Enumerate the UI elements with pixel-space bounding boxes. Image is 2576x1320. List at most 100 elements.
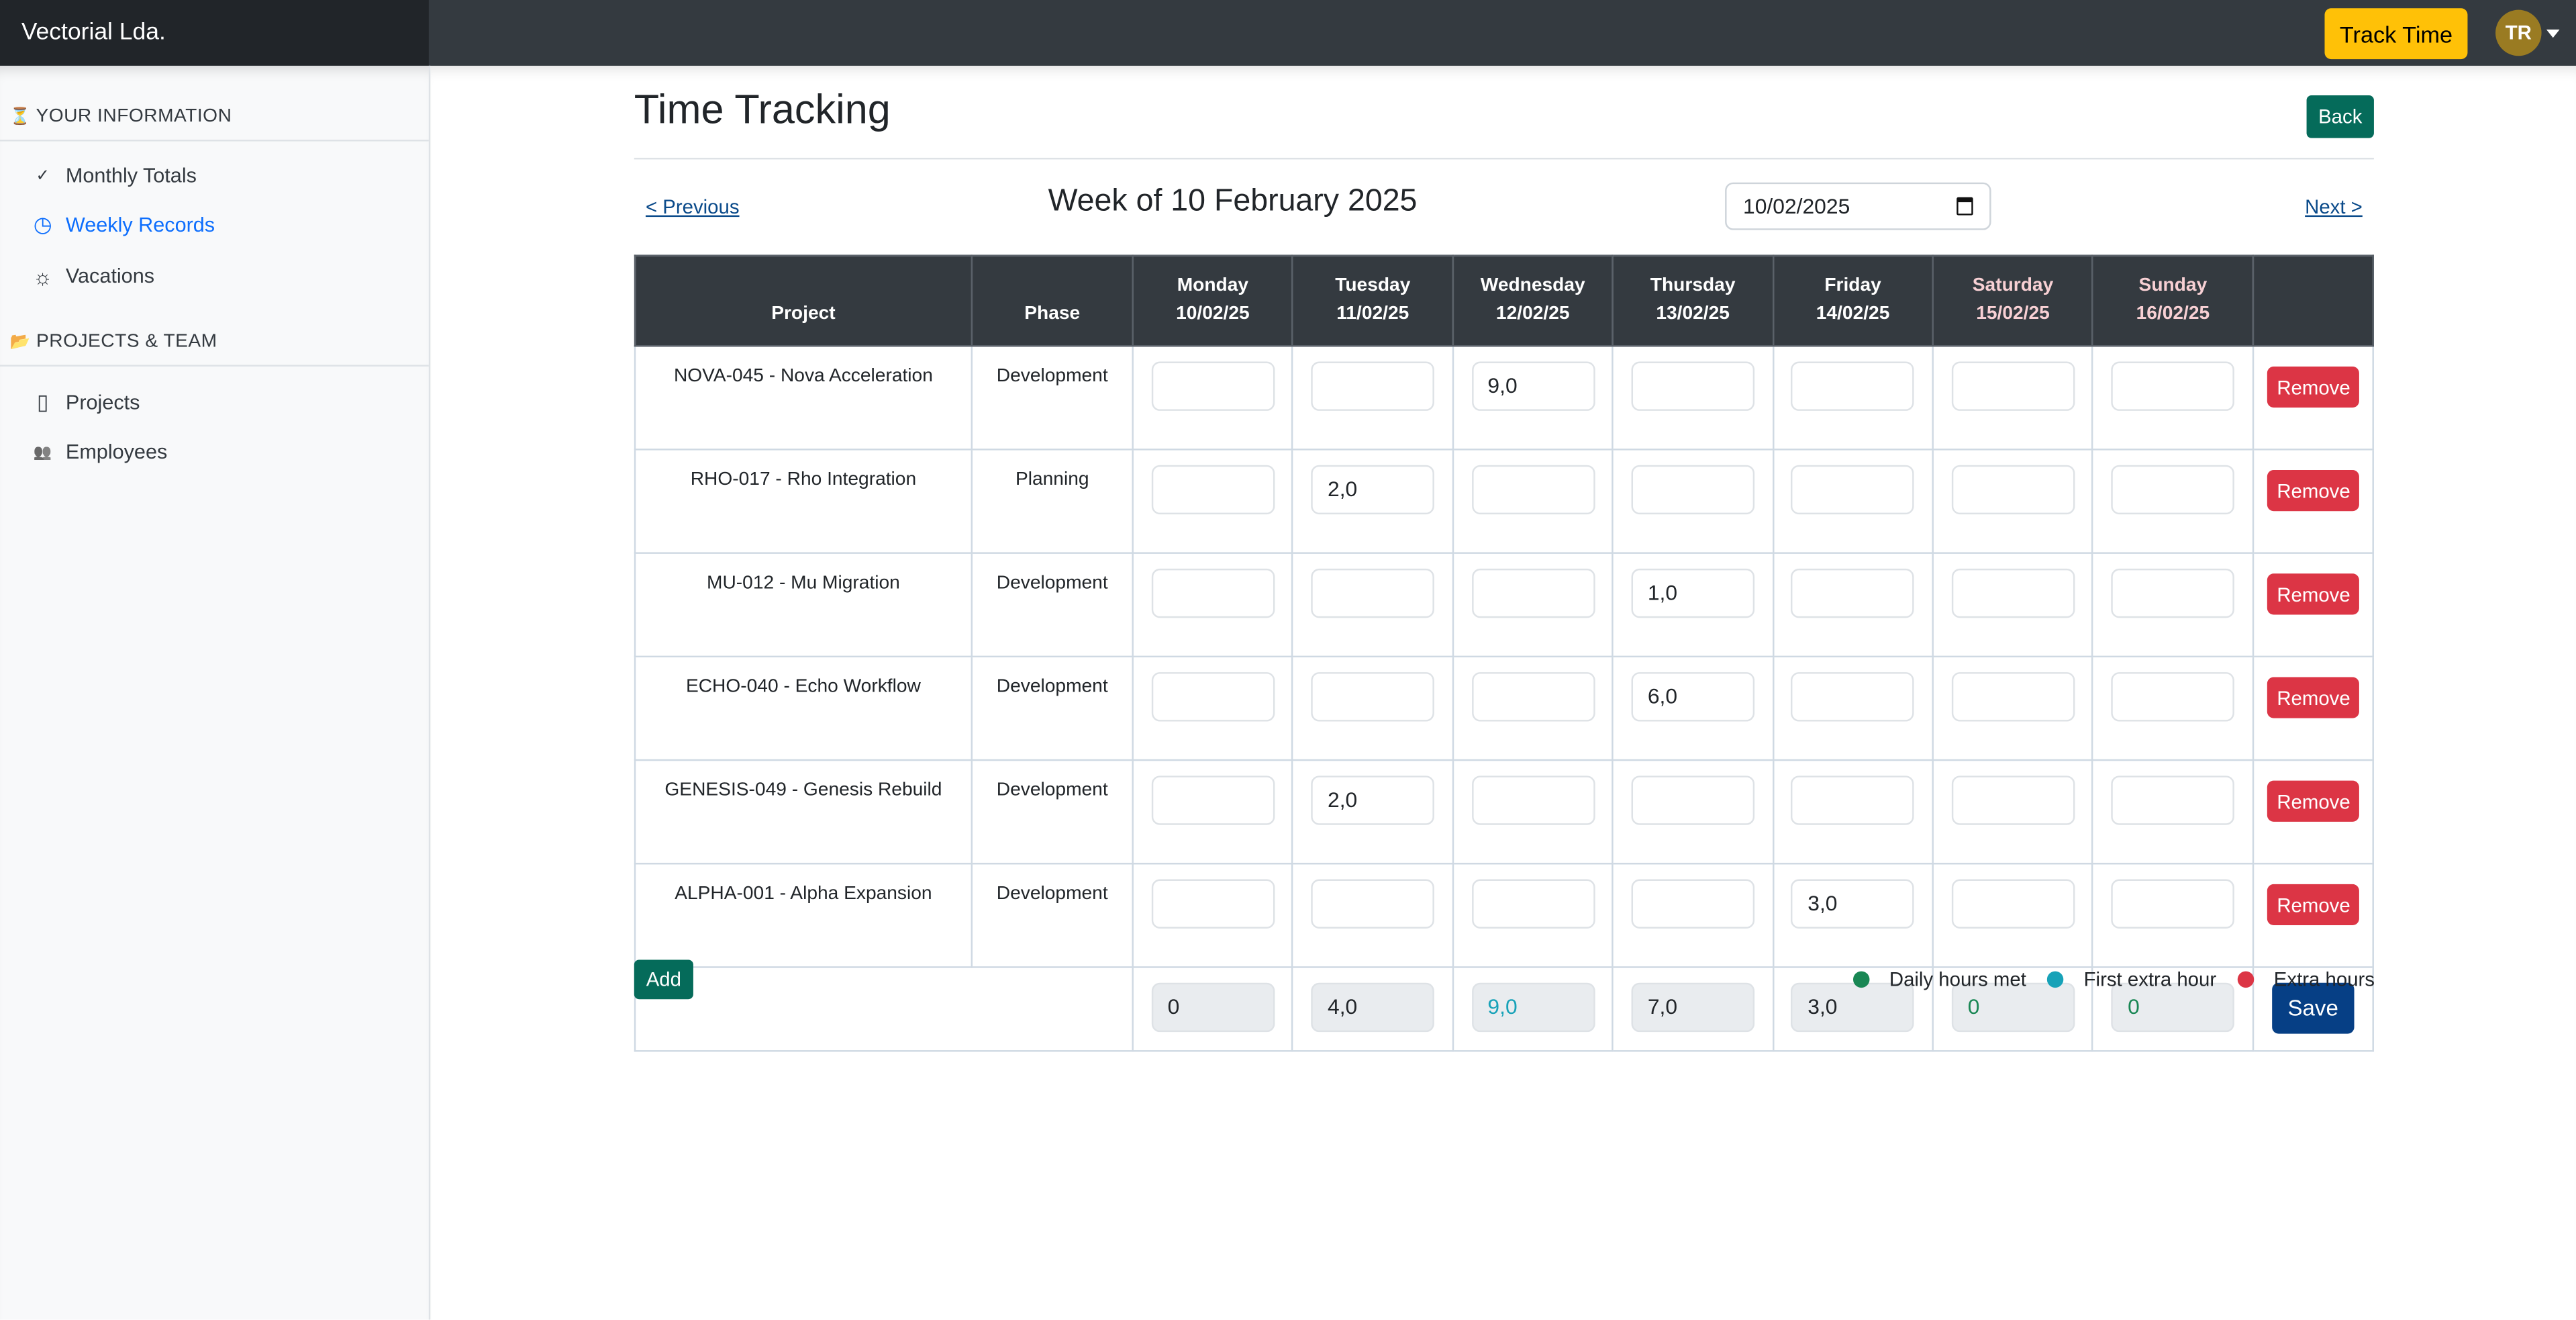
- next-week-link[interactable]: Next >: [2305, 195, 2363, 218]
- calendar-icon[interactable]: [1956, 197, 1973, 216]
- hours-input-monday[interactable]: [1151, 672, 1275, 722]
- hours-cell: [1132, 449, 1294, 554]
- previous-week-link[interactable]: < Previous: [646, 195, 740, 218]
- hours-cell: [2091, 863, 2254, 968]
- hours-cell: [1772, 345, 1934, 451]
- hours-input-sunday[interactable]: [2111, 879, 2235, 929]
- add-row-button[interactable]: Add: [634, 959, 693, 1000]
- hours-cell: [1132, 759, 1294, 865]
- remove-row-button[interactable]: Remove: [2267, 780, 2359, 822]
- hours-input-thursday[interactable]: [1631, 361, 1754, 411]
- hours-cell: [1132, 863, 1294, 968]
- sidebar-section-your-information: ⏳ YOUR INFORMATION: [10, 107, 232, 126]
- hours-input-thursday[interactable]: 6,0: [1631, 672, 1754, 722]
- hours-input-monday[interactable]: [1151, 775, 1275, 825]
- hours-input-saturday[interactable]: [1951, 465, 2075, 515]
- day-name: Monday: [1177, 276, 1249, 296]
- hours-cell: [1772, 655, 1934, 761]
- table-row: GENESIS-049 - Genesis Rebuild Development…: [634, 759, 2374, 865]
- track-time-button[interactable]: Track Time: [2324, 8, 2468, 60]
- sidebar-item-label: Projects: [65, 391, 140, 414]
- hours-input-tuesday[interactable]: [1311, 361, 1435, 411]
- day-name: Friday: [1824, 276, 1881, 296]
- hours-input-friday[interactable]: [1791, 361, 1915, 411]
- sidebar-item-weekly-records[interactable]: ◷ Weekly Records: [33, 207, 215, 243]
- hours-cell: [1132, 345, 1294, 451]
- table-row: ECHO-040 - Echo Workflow Development 6,0 Re…: [634, 655, 2374, 761]
- remove-row-button[interactable]: Remove: [2267, 470, 2359, 512]
- hours-input-saturday[interactable]: [1951, 775, 2075, 825]
- clock-icon: ◷: [33, 211, 52, 237]
- hours-cell: [1772, 449, 1934, 554]
- hours-input-sunday[interactable]: [2111, 465, 2235, 515]
- remove-row-button[interactable]: Remove: [2267, 573, 2359, 615]
- hours-input-wednesday[interactable]: [1471, 568, 1595, 618]
- hours-input-monday[interactable]: [1151, 568, 1275, 618]
- hours-input-tuesday[interactable]: [1311, 568, 1435, 618]
- hours-input-saturday[interactable]: [1951, 672, 2075, 722]
- column-header-saturday: Saturday 15/02/25: [1932, 254, 2094, 347]
- time-entries-table: Project Phase Monday 10/02/25 Tuesday 11/02…: [634, 254, 2374, 1052]
- sidebar-item-label: Vacations: [65, 265, 155, 288]
- remove-row-button[interactable]: Remove: [2267, 677, 2359, 718]
- sidebar-item-monthly-totals[interactable]: ✓ Monthly Totals: [33, 158, 197, 194]
- daily-total-wednesday: 9,0: [1471, 982, 1595, 1033]
- sidebar-item-employees[interactable]: 👥 Employees: [33, 434, 167, 470]
- day-date: 12/02/25: [1495, 303, 1570, 324]
- user-avatar[interactable]: TR: [2495, 9, 2542, 56]
- hours-input-wednesday[interactable]: [1471, 879, 1595, 929]
- hours-input-thursday[interactable]: [1631, 879, 1754, 929]
- daily-total-tuesday: 4,0: [1311, 982, 1435, 1033]
- week-date-input[interactable]: 10/02/2025: [1725, 182, 1991, 230]
- hours-input-monday[interactable]: [1151, 465, 1275, 515]
- hours-input-saturday[interactable]: [1951, 361, 2075, 411]
- hours-input-friday[interactable]: [1791, 568, 1915, 618]
- hours-input-tuesday[interactable]: 2,0: [1311, 465, 1435, 515]
- hours-input-monday[interactable]: [1151, 361, 1275, 411]
- hours-input-wednesday[interactable]: 9,0: [1471, 361, 1595, 411]
- day-date: 10/02/25: [1176, 303, 1250, 324]
- hours-cell: [1452, 863, 1614, 968]
- hours-input-sunday[interactable]: [2111, 775, 2235, 825]
- total-cell: 0: [1132, 966, 1294, 1052]
- hours-input-sunday[interactable]: [2111, 672, 2235, 722]
- hours-input-wednesday[interactable]: [1471, 465, 1595, 515]
- actions-cell: Remove: [2252, 759, 2374, 865]
- hours-input-tuesday[interactable]: [1311, 672, 1435, 722]
- date-value: 10/02/2025: [1743, 193, 1850, 219]
- hours-input-friday[interactable]: [1791, 775, 1915, 825]
- day-name: Tuesday: [1335, 276, 1411, 296]
- hours-input-friday[interactable]: [1791, 672, 1915, 722]
- hours-input-wednesday[interactable]: [1471, 775, 1595, 825]
- back-button[interactable]: Back: [2306, 95, 2374, 138]
- hours-input-tuesday[interactable]: 2,0: [1311, 775, 1435, 825]
- sidebar-item-projects[interactable]: ▯ Projects: [33, 385, 140, 421]
- hours-input-tuesday[interactable]: [1311, 879, 1435, 929]
- hours-cell: [1291, 552, 1454, 658]
- sidebar-item-vacations[interactable]: ☼ Vacations: [33, 258, 154, 294]
- remove-row-button[interactable]: Remove: [2267, 884, 2359, 926]
- hours-input-friday[interactable]: [1791, 465, 1915, 515]
- hours-input-saturday[interactable]: [1951, 568, 2075, 618]
- hours-input-monday[interactable]: [1151, 879, 1275, 929]
- actions-cell: Remove: [2252, 552, 2374, 658]
- remove-row-button[interactable]: Remove: [2267, 366, 2359, 408]
- hours-cell: [1452, 655, 1614, 761]
- total-cell: 7,0: [1612, 966, 1774, 1052]
- day-name: Thursday: [1650, 276, 1736, 296]
- sidebar-item-label: Weekly Records: [65, 214, 215, 237]
- user-menu-caret-icon[interactable]: [2546, 30, 2560, 38]
- hours-input-thursday[interactable]: [1631, 465, 1754, 515]
- hours-input-sunday[interactable]: [2111, 361, 2235, 411]
- hours-cell: [1291, 345, 1454, 451]
- hours-input-thursday[interactable]: [1631, 775, 1754, 825]
- phase-cell: Planning: [971, 449, 1134, 554]
- hours-input-sunday[interactable]: [2111, 568, 2235, 618]
- hours-input-saturday[interactable]: [1951, 879, 2075, 929]
- hours-cell: 2,0: [1291, 449, 1454, 554]
- hours-input-thursday[interactable]: 1,0: [1631, 568, 1754, 618]
- hours-input-wednesday[interactable]: [1471, 672, 1595, 722]
- brand-name[interactable]: Vectorial Lda.: [0, 0, 429, 66]
- phase-cell: Development: [971, 552, 1134, 658]
- hours-input-friday[interactable]: 3,0: [1791, 879, 1915, 929]
